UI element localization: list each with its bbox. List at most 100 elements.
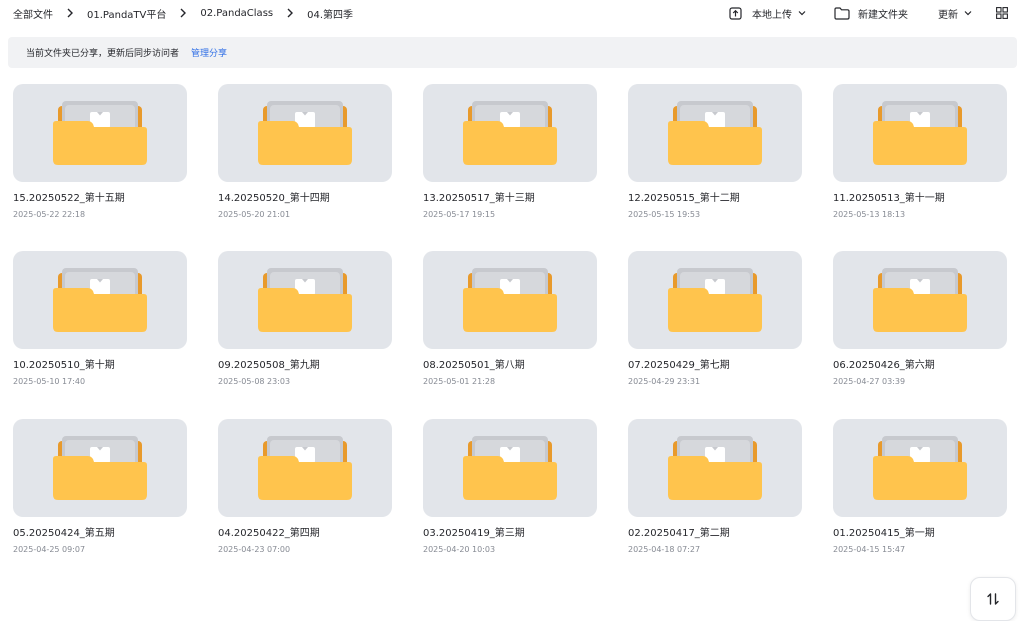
- folder-thumbnail[interactable]: [13, 251, 187, 349]
- folder-date: 2025-04-25 09:07: [13, 545, 86, 554]
- folder-name[interactable]: 09.20250508_第九期: [218, 360, 394, 372]
- folder-date: 2025-05-08 23:03: [218, 377, 291, 386]
- folder-date: 2025-05-22 22:18: [13, 210, 86, 219]
- folder-card[interactable]: 11.20250513_第十一期 2025-05-13 18:13: [833, 84, 1009, 220]
- folder-icon: [668, 436, 762, 500]
- folder-thumbnail[interactable]: [628, 84, 802, 182]
- folder-card[interactable]: 07.20250429_第七期 2025-04-29 23:31: [628, 251, 804, 387]
- folder-date: 2025-05-15 19:53: [628, 210, 701, 219]
- folder-card[interactable]: 01.20250415_第一期 2025-04-15 15:47: [833, 419, 1009, 555]
- folder-icon: [463, 436, 557, 500]
- folder-name[interactable]: 05.20250424_第五期: [13, 528, 189, 540]
- folder-date: 2025-04-20 10:03: [423, 545, 496, 554]
- folder-thumbnail[interactable]: [423, 251, 597, 349]
- sort-dropdown[interactable]: 更新: [938, 6, 972, 21]
- folder-thumbnail[interactable]: [833, 84, 1007, 182]
- folder-date: 2025-04-15 15:47: [833, 545, 906, 554]
- folder-thumbnail[interactable]: [833, 419, 1007, 517]
- folder-card[interactable]: 09.20250508_第九期 2025-05-08 23:03: [218, 251, 394, 387]
- folder-name[interactable]: 14.20250520_第十四期: [218, 193, 394, 205]
- folder-thumbnail[interactable]: [628, 419, 802, 517]
- chevron-right-icon: [283, 6, 297, 20]
- share-notice-text: 当前文件夹已分享，更新后同步访问者: [26, 49, 180, 59]
- top-bar: 全部文件 01.PandaTV平台 02.PandaClass 04.第四季 本…: [0, 0, 1024, 26]
- folder-card[interactable]: 15.20250522_第十五期 2025-05-22 22:18: [13, 84, 189, 220]
- folder-icon: [53, 101, 147, 165]
- breadcrumb-item-all-files[interactable]: 全部文件: [13, 6, 53, 21]
- folder-name[interactable]: 01.20250415_第一期: [833, 528, 1009, 540]
- folder-card[interactable]: 13.20250517_第十三期 2025-05-17 19:15: [423, 84, 599, 220]
- folder-card[interactable]: 14.20250520_第十四期 2025-05-20 21:01: [218, 84, 394, 220]
- sort-label: 更新: [938, 9, 958, 21]
- folder-name[interactable]: 15.20250522_第十五期: [13, 193, 189, 205]
- folder-card[interactable]: 04.20250422_第四期 2025-04-23 07:00: [218, 419, 394, 555]
- grid-view-icon[interactable]: [996, 7, 1008, 19]
- folder-date: 2025-04-29 23:31: [628, 377, 701, 386]
- folder-thumbnail[interactable]: [628, 251, 802, 349]
- folder-icon: [258, 268, 352, 332]
- folder-icon: [873, 268, 967, 332]
- folder-name[interactable]: 12.20250515_第十二期: [628, 193, 804, 205]
- breadcrumb-item-pandatv[interactable]: 01.PandaTV平台: [87, 6, 166, 21]
- folder-date: 2025-04-27 03:39: [833, 377, 906, 386]
- folder-icon: [463, 268, 557, 332]
- folder-date: 2025-04-23 07:00: [218, 545, 291, 554]
- manage-share-link[interactable]: 管理分享: [191, 46, 227, 59]
- transfer-icon: [987, 593, 999, 605]
- chevron-down-icon: [798, 10, 806, 16]
- folder-date: 2025-05-13 18:13: [833, 210, 906, 219]
- folder-name[interactable]: 10.20250510_第十期: [13, 360, 189, 372]
- folder-date: 2025-05-10 17:40: [13, 377, 86, 386]
- folder-date: 2025-05-20 21:01: [218, 210, 291, 219]
- upload-button[interactable]: 本地上传: [729, 6, 806, 21]
- folder-icon: [873, 101, 967, 165]
- folder-date: 2025-05-01 21:28: [423, 377, 496, 386]
- toolbar: 本地上传 新建文件夹 更新: [729, 6, 1024, 21]
- new-folder-icon: [834, 6, 850, 20]
- folder-thumbnail[interactable]: [13, 84, 187, 182]
- transfer-button[interactable]: [970, 577, 1016, 621]
- folder-icon: [258, 101, 352, 165]
- folder-thumbnail[interactable]: [218, 251, 392, 349]
- share-notice: 当前文件夹已分享，更新后同步访问者 管理分享: [8, 37, 1017, 68]
- folder-thumbnail[interactable]: [833, 251, 1007, 349]
- new-folder-button[interactable]: 新建文件夹: [834, 6, 908, 21]
- folder-date: 2025-05-17 19:15: [423, 210, 496, 219]
- folder-card[interactable]: 02.20250417_第二期 2025-04-18 07:27: [628, 419, 804, 555]
- breadcrumb-item-current: 04.第四季: [307, 9, 354, 21]
- folder-date: 2025-04-18 07:27: [628, 545, 701, 554]
- folder-card[interactable]: 05.20250424_第五期 2025-04-25 09:07: [13, 419, 189, 555]
- folder-thumbnail[interactable]: [423, 84, 597, 182]
- chevron-right-icon: [63, 6, 77, 20]
- folder-thumbnail[interactable]: [13, 419, 187, 517]
- folder-name[interactable]: 06.20250426_第六期: [833, 360, 1009, 372]
- folder-card[interactable]: 03.20250419_第三期 2025-04-20 10:03: [423, 419, 599, 555]
- folder-name[interactable]: 13.20250517_第十三期: [423, 193, 599, 205]
- folder-name[interactable]: 07.20250429_第七期: [628, 360, 804, 372]
- folder-name[interactable]: 02.20250417_第二期: [628, 528, 804, 540]
- folder-card[interactable]: 08.20250501_第八期 2025-05-01 21:28: [423, 251, 599, 387]
- breadcrumb: 全部文件 01.PandaTV平台 02.PandaClass 04.第四季: [0, 6, 353, 21]
- chevron-right-icon: [176, 6, 190, 20]
- folder-thumbnail[interactable]: [218, 84, 392, 182]
- folder-card[interactable]: 06.20250426_第六期 2025-04-27 03:39: [833, 251, 1009, 387]
- folder-name[interactable]: 04.20250422_第四期: [218, 528, 394, 540]
- chevron-down-icon: [964, 10, 972, 16]
- upload-icon: [729, 6, 742, 20]
- breadcrumb-item-pandaclass[interactable]: 02.PandaClass: [200, 8, 273, 19]
- folder-icon: [668, 268, 762, 332]
- folder-icon: [668, 101, 762, 165]
- folder-card[interactable]: 12.20250515_第十二期 2025-05-15 19:53: [628, 84, 804, 220]
- folder-name[interactable]: 11.20250513_第十一期: [833, 193, 1009, 205]
- new-folder-label: 新建文件夹: [858, 9, 908, 21]
- folder-icon: [463, 101, 557, 165]
- folder-icon: [53, 436, 147, 500]
- folder-name[interactable]: 03.20250419_第三期: [423, 528, 599, 540]
- folder-card[interactable]: 10.20250510_第十期 2025-05-10 17:40: [13, 251, 189, 387]
- folder-icon: [873, 436, 967, 500]
- folder-icon: [53, 268, 147, 332]
- folder-icon: [258, 436, 352, 500]
- folder-name[interactable]: 08.20250501_第八期: [423, 360, 599, 372]
- folder-thumbnail[interactable]: [423, 419, 597, 517]
- folder-thumbnail[interactable]: [218, 419, 392, 517]
